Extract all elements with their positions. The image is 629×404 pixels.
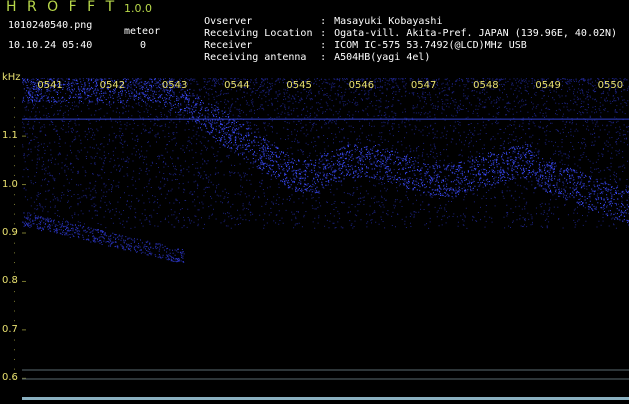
y-minor-tick bbox=[14, 358, 15, 360]
meteor-label: meteor bbox=[124, 26, 161, 37]
y-minor-tick bbox=[14, 126, 15, 128]
y-tick-label: 0.9 bbox=[2, 227, 18, 238]
time-label: 0546 bbox=[348, 80, 375, 91]
info-value: A504HB(yagi 4el) bbox=[334, 52, 431, 63]
file-name: 1010240540.png bbox=[8, 20, 93, 31]
y-minor-tick bbox=[14, 252, 15, 254]
y-minor-tick bbox=[14, 223, 15, 225]
info-row-antenna: Receiving antenna: A504HB(yagi 4el) bbox=[180, 40, 430, 76]
weak-signal-band bbox=[22, 212, 185, 263]
app-version: 1.0.0 bbox=[124, 2, 152, 15]
time-label: 0547 bbox=[410, 80, 437, 91]
y-minor-tick bbox=[14, 203, 15, 205]
y-minor-tick bbox=[14, 349, 15, 351]
noise-layer bbox=[22, 78, 629, 229]
y-minor-tick bbox=[14, 310, 15, 312]
time-label: 0541 bbox=[37, 80, 63, 91]
y-tick-label: 0.6 bbox=[2, 372, 18, 384]
info-key: Receiving antenna bbox=[204, 52, 307, 63]
y-minor-tick bbox=[14, 145, 15, 147]
time-label: 0545 bbox=[286, 80, 312, 91]
y-tick-label: 0.7 bbox=[2, 323, 18, 335]
y-minor-tick bbox=[14, 339, 15, 341]
y-minor-tick bbox=[14, 242, 15, 244]
spectrogram-svg bbox=[14, 78, 629, 400]
noise-dots bbox=[22, 78, 629, 229]
info-sep: : bbox=[320, 52, 327, 63]
signal-trace bbox=[22, 78, 629, 223]
y-minor-tick bbox=[14, 262, 15, 264]
y-tick-label: 0.8 bbox=[2, 275, 18, 287]
y-tick-label: 1.1 bbox=[2, 130, 18, 142]
time-label: 0543 bbox=[161, 80, 188, 91]
y-minor-tick bbox=[14, 300, 15, 302]
app-title: H R O F F T bbox=[6, 0, 118, 15]
meteor-count: 0 bbox=[140, 40, 147, 51]
time-label: 0542 bbox=[99, 80, 126, 91]
unit-label: kHz bbox=[2, 72, 21, 83]
y-minor-tick bbox=[14, 320, 15, 322]
y-minor-tick bbox=[14, 97, 15, 99]
y-minor-tick bbox=[14, 165, 15, 167]
y-tick-label: 1.0 bbox=[2, 178, 18, 190]
y-minor-tick bbox=[14, 107, 15, 109]
time-label: 0548 bbox=[473, 80, 499, 91]
y-minor-tick bbox=[14, 213, 15, 215]
y-minor-tick bbox=[14, 194, 15, 196]
y-minor-tick bbox=[14, 116, 15, 118]
timestamp: 10.10.24 05:40 bbox=[8, 40, 93, 51]
y-minor-tick bbox=[14, 271, 15, 273]
y-minor-tick bbox=[14, 291, 15, 293]
time-label: 0549 bbox=[535, 80, 561, 91]
time-label: 0544 bbox=[224, 80, 250, 91]
y-minor-tick bbox=[14, 368, 15, 370]
y-minor-tick bbox=[14, 174, 15, 176]
spectrogram-plot bbox=[0, 72, 629, 400]
y-minor-tick bbox=[14, 155, 15, 157]
time-label: 0550 bbox=[597, 80, 624, 91]
